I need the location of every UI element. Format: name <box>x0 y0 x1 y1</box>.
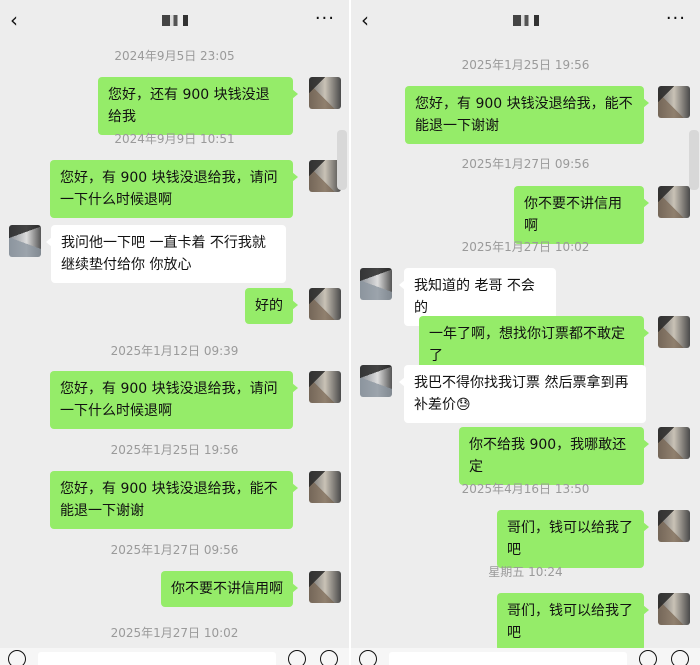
chat-header: ‹ ··· <box>351 0 700 40</box>
emoji-icon[interactable] <box>639 650 657 665</box>
input-bar <box>0 648 349 665</box>
more-icon[interactable]: ··· <box>666 8 686 29</box>
timestamp: 2025年1月27日 09:56 <box>110 543 239 557</box>
input-bar <box>351 648 700 665</box>
sent-message[interactable]: 哥们，钱可以给我了吧 <box>497 593 649 651</box>
avatar-self[interactable] <box>309 371 341 403</box>
sent-message[interactable]: 你不要不讲信用啊 <box>161 571 298 607</box>
chat-panel-left: ‹ ··· 2024年9月5日 23:05 您好，还有 900 块钱没退给我 2… <box>0 0 349 665</box>
voice-icon[interactable] <box>8 650 26 665</box>
timestamp: 2025年1月27日 10:02 <box>461 240 590 254</box>
sent-message[interactable]: 您好，还有 900 块钱没退给我 <box>98 77 298 135</box>
chat-panel-right: ‹ ··· 2025年1月25日 19:56 您好，有 900 块钱没退给我，能… <box>351 0 700 665</box>
avatar-self[interactable] <box>309 471 341 503</box>
timestamp: 2025年1月27日 09:56 <box>461 157 590 171</box>
avatar-contact[interactable] <box>360 268 392 300</box>
sent-message[interactable]: 好的 <box>245 288 298 324</box>
received-message[interactable]: 我问他一下吧 一直卡着 不行我就继续垫付给你 你放心 <box>46 225 286 283</box>
voice-icon[interactable] <box>359 650 377 665</box>
timestamp: 2024年9月5日 23:05 <box>114 49 235 63</box>
avatar-self[interactable] <box>309 77 341 109</box>
sent-message[interactable]: 您好，有 900 块钱没退给我，请问一下什么时候退啊 <box>50 160 298 218</box>
avatar-contact[interactable] <box>9 225 41 257</box>
timestamp: 星期五 10:24 <box>488 565 563 579</box>
received-message[interactable]: 我巴不得你找我订票 然后票拿到再补差价😓 <box>399 365 646 423</box>
more-icon[interactable]: ··· <box>315 8 335 29</box>
avatar-self[interactable] <box>309 288 341 320</box>
avatar-contact[interactable] <box>360 365 392 397</box>
timestamp: 2025年4月16日 13:50 <box>461 482 590 496</box>
sent-message[interactable]: 你不给我 900，我哪敢还定 <box>459 427 649 485</box>
timestamp: 2025年1月27日 10:02 <box>110 626 239 640</box>
emoji-icon[interactable] <box>288 650 306 665</box>
avatar-self[interactable] <box>658 593 690 625</box>
sent-message[interactable]: 您好，有 900 块钱没退给我，请问一下什么时候退啊 <box>50 371 298 429</box>
sent-message[interactable]: 您好，有 900 块钱没退给我，能不能退一下谢谢 <box>50 471 298 529</box>
timestamp: 2025年1月25日 19:56 <box>110 443 239 457</box>
scrollbar[interactable] <box>337 130 347 190</box>
avatar-self[interactable] <box>658 316 690 348</box>
avatar-self[interactable] <box>658 427 690 459</box>
plus-icon[interactable] <box>320 650 338 665</box>
back-icon[interactable]: ‹ <box>361 8 369 32</box>
message-input[interactable] <box>38 652 276 665</box>
plus-icon[interactable] <box>671 650 689 665</box>
timestamp: 2025年1月12日 09:39 <box>110 344 239 358</box>
sent-message[interactable]: 你不要不讲信用啊 <box>514 186 649 244</box>
sent-message[interactable]: 您好，有 900 块钱没退给我，能不能退一下谢谢 <box>405 86 649 144</box>
chat-title-redacted <box>512 15 539 26</box>
chat-title-redacted <box>161 15 188 26</box>
avatar-self[interactable] <box>658 186 690 218</box>
chat-header: ‹ ··· <box>0 0 349 40</box>
avatar-self[interactable] <box>658 510 690 542</box>
timestamp: 2024年9月9日 10:51 <box>114 132 235 146</box>
scrollbar[interactable] <box>689 130 699 190</box>
avatar-self[interactable] <box>658 86 690 118</box>
timestamp: 2025年1月25日 19:56 <box>461 58 590 72</box>
message-input[interactable] <box>389 652 627 665</box>
avatar-self[interactable] <box>309 571 341 603</box>
sent-message[interactable]: 哥们，钱可以给我了吧 <box>497 510 649 568</box>
back-icon[interactable]: ‹ <box>10 8 18 32</box>
